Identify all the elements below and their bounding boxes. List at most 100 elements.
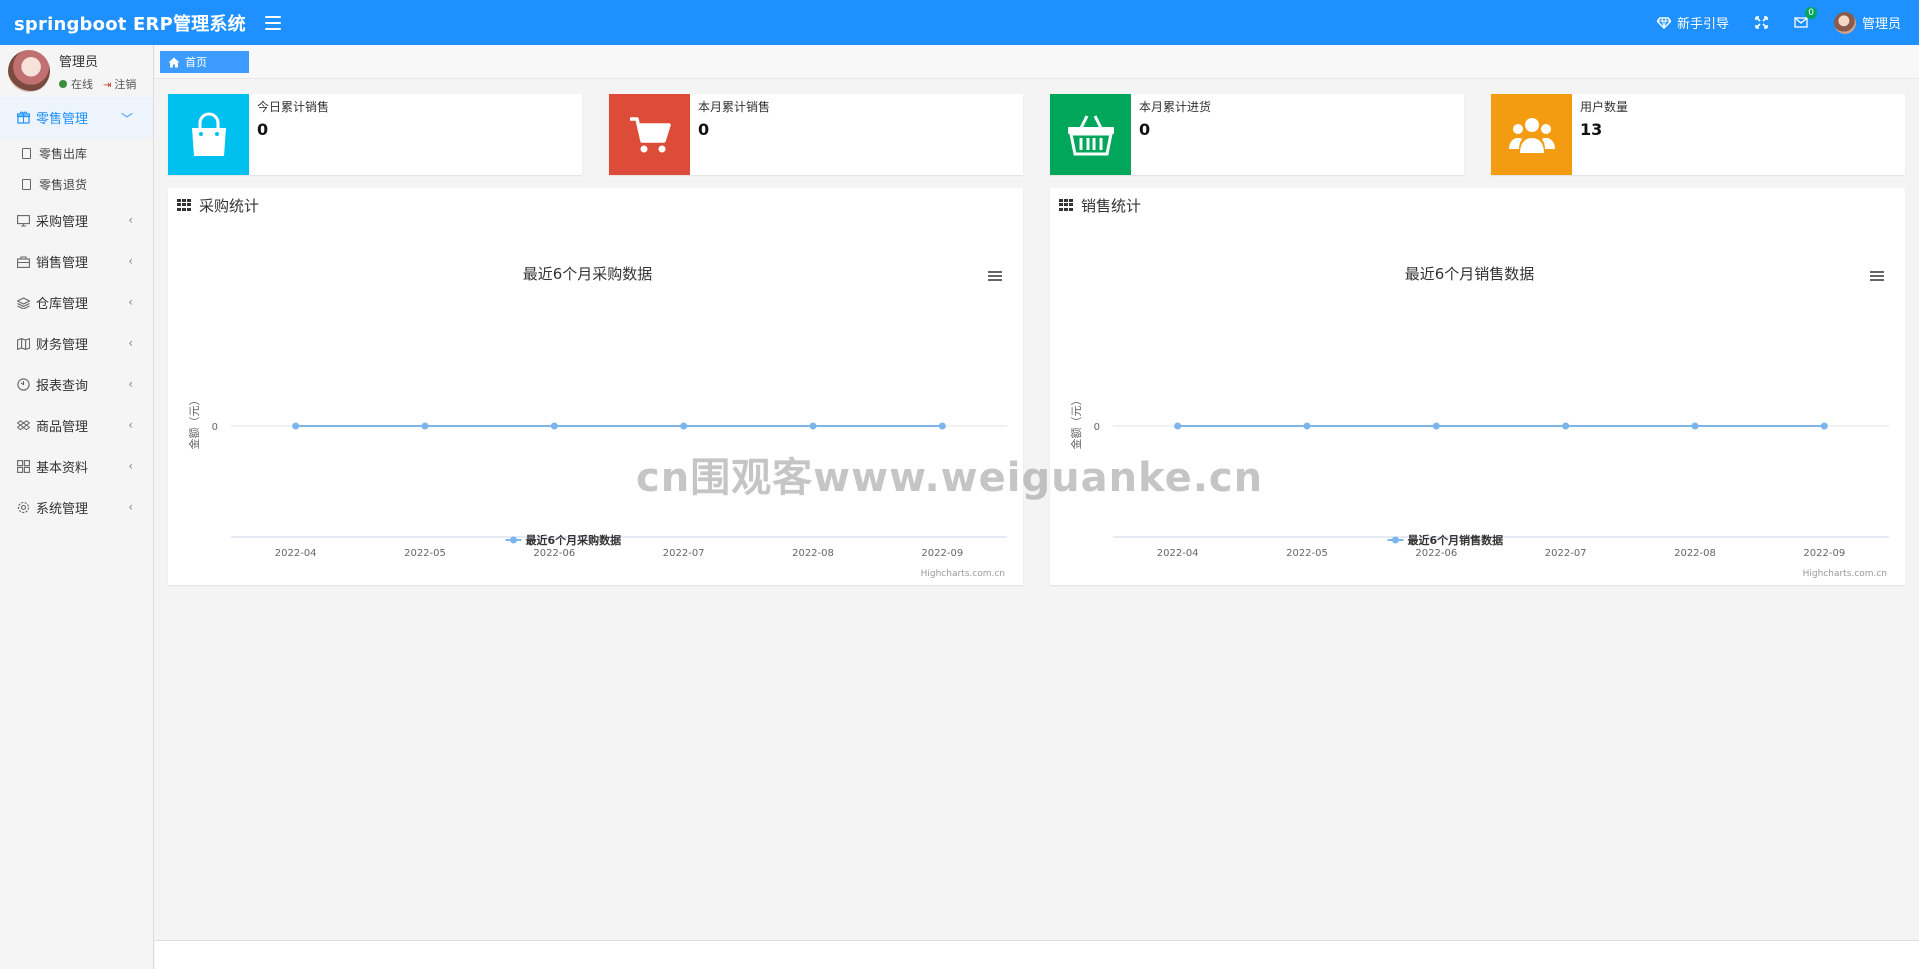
y-axis-label: 金额（元）: [1069, 395, 1083, 450]
data-point: [550, 422, 558, 430]
purchase-stats-panel: 采购统计 最近6个月采购数据 金额（元） 0 2022-04 2022-05 2022-0…: [168, 188, 1023, 585]
sidebar-user-name: 管理员: [59, 54, 99, 70]
chart-credits: Highcharts.com.cn: [1803, 569, 1887, 579]
monitor-icon: [16, 214, 30, 228]
sidebar-subitem-retail-return[interactable]: 零售退货: [0, 169, 153, 200]
x-tick-label: 2022-08: [1674, 548, 1716, 559]
sidebar-item-system[interactable]: 系统管理 ‹: [0, 487, 153, 528]
stat-label: 今日累计销售: [257, 100, 330, 114]
sidebar-item-label: 仓库管理: [36, 297, 89, 312]
logout-icon: ⇥: [103, 79, 112, 91]
x-tick-label: 2022-06: [533, 548, 575, 559]
users-icon: [1491, 94, 1572, 175]
stat-value: 0: [257, 120, 269, 139]
panel-title: 采购统计: [199, 196, 260, 215]
sidebar: 管理员 在线 ⇥ 注销 零售管理 ﹀ 零售出库 零售退货 采购管理 ‹ 销售管理…: [0, 45, 154, 969]
x-tick-label: 2022-07: [1545, 548, 1587, 559]
x-tick-label: 2022-05: [1286, 548, 1328, 559]
sidebar-item-products[interactable]: 商品管理 ‹: [0, 405, 153, 446]
chart-title: 最近6个月销售数据: [1405, 265, 1535, 283]
guide-button[interactable]: 新手引导: [1656, 13, 1729, 32]
th-icon: [177, 199, 191, 211]
chevron-left-icon: ‹: [128, 336, 133, 350]
sidebar-subitem-retail-out[interactable]: 零售出库: [0, 138, 153, 169]
mail-button[interactable]: 0: [1794, 7, 1817, 28]
x-tick-label: 2022-09: [1803, 548, 1845, 559]
sidebar-item-sales[interactable]: 销售管理 ‹: [0, 241, 153, 282]
legend-label: 最近6个月采购数据: [526, 533, 622, 547]
top-user-name: 管理员: [1861, 17, 1901, 32]
envelope-icon: [1794, 17, 1808, 28]
stat-today-sales: 今日累计销售 0: [168, 94, 582, 175]
legend-label: 最近6个月销售数据: [1408, 533, 1504, 547]
sidebar-item-label: 报表查询: [36, 379, 89, 394]
dropbox-icon: [16, 419, 30, 433]
shopping-bag-icon: [168, 94, 249, 175]
sidebar-item-reports[interactable]: 报表查询 ‹: [0, 364, 153, 405]
chevron-left-icon: ‹: [128, 459, 133, 473]
stat-label: 本月累计销售: [698, 100, 771, 114]
book-icon: [22, 179, 31, 190]
book-icon: [22, 148, 31, 159]
sidebar-menu: 零售管理 ﹀ 零售出库 零售退货 采购管理 ‹ 销售管理 ‹ 仓库管理 ‹ 财务…: [0, 97, 153, 528]
x-tick-label: 2022-04: [1157, 548, 1199, 559]
data-point: [421, 422, 429, 430]
stat-user-count: 用户数量 13: [1491, 94, 1905, 175]
sidebar-item-label: 系统管理: [36, 502, 89, 517]
main-content: 首页 今日累计销售 0 本月累计销售 0 本月累计进货 0 用户数量 13 采购…: [155, 45, 1919, 969]
app-brand[interactable]: springboot ERP管理系统: [0, 10, 246, 36]
x-tick-label: 2022-07: [663, 548, 705, 559]
breadcrumb: 首页: [155, 45, 1919, 79]
avatar: [1833, 11, 1856, 34]
chevron-left-icon: ‹: [128, 418, 133, 432]
th-icon: [1059, 199, 1073, 211]
y-tick-label: 0: [1094, 422, 1100, 433]
y-tick-label: 0: [212, 422, 218, 433]
menu-icon: [1870, 275, 1884, 277]
sidebar-item-warehouse[interactable]: 仓库管理 ‹: [0, 282, 153, 323]
fullscreen-button[interactable]: [1755, 16, 1768, 29]
x-tick-label: 2022-04: [275, 548, 317, 559]
chevron-left-icon: ‹: [128, 500, 133, 514]
purchase-chart: 最近6个月采购数据金额（元） 02022-04 2022-05 2022-06 2022…: [187, 265, 1007, 579]
sidebar-item-label: 商品管理: [36, 420, 89, 435]
user-panel: 管理员 在线 ⇥ 注销: [0, 45, 153, 97]
x-tick-label: 2022-09: [921, 548, 963, 559]
legend-marker: [1392, 536, 1399, 544]
mail-count-badge: 0: [1805, 7, 1817, 19]
stat-value: 13: [1580, 120, 1603, 139]
cart-icon: [609, 94, 690, 175]
chevron-left-icon: ‹: [128, 254, 133, 268]
sidebar-item-retail[interactable]: 零售管理 ﹀: [0, 97, 153, 138]
data-point: [680, 422, 688, 430]
x-tick-label: 2022-06: [1415, 548, 1457, 559]
y-axis-label: 金额（元）: [187, 395, 201, 450]
guide-label: 新手引导: [1676, 17, 1729, 32]
data-point: [1562, 422, 1570, 430]
sidebar-toggle-icon[interactable]: [262, 14, 284, 32]
clock-icon: [16, 378, 30, 392]
briefcase-icon: [16, 255, 30, 269]
sidebar-item-label: 财务管理: [36, 338, 89, 353]
basket-icon: [1050, 94, 1131, 175]
sidebar-item-purchase[interactable]: 采购管理 ‹: [0, 200, 153, 241]
logout-link[interactable]: ⇥ 注销: [103, 76, 136, 92]
data-point: [1820, 422, 1828, 430]
menu-icon: [1870, 271, 1884, 273]
user-menu[interactable]: 管理员: [1833, 11, 1901, 34]
sales-chart: 最近6个月销售数据金额（元） 02022-04 2022-05 2022-06 2022…: [1069, 265, 1889, 579]
data-point: [1174, 422, 1182, 430]
chart-credits: Highcharts.com.cn: [921, 569, 1005, 579]
menu-icon: [988, 271, 1002, 273]
top-navbar: springboot ERP管理系统 新手引导 0 管理员: [0, 0, 1919, 45]
chevron-left-icon: ‹: [128, 213, 133, 227]
sidebar-item-finance[interactable]: 财务管理 ‹: [0, 323, 153, 364]
data-point: [1432, 422, 1440, 430]
tab-home[interactable]: 首页: [160, 51, 249, 73]
tab-home-label: 首页: [185, 56, 207, 69]
sidebar-item-basic-data[interactable]: 基本资料 ‹: [0, 446, 153, 487]
panel-title: 销售统计: [1081, 196, 1142, 215]
chevron-left-icon: ‹: [128, 295, 133, 309]
chart-title: 最近6个月采购数据: [523, 265, 653, 283]
map-icon: [16, 337, 30, 351]
